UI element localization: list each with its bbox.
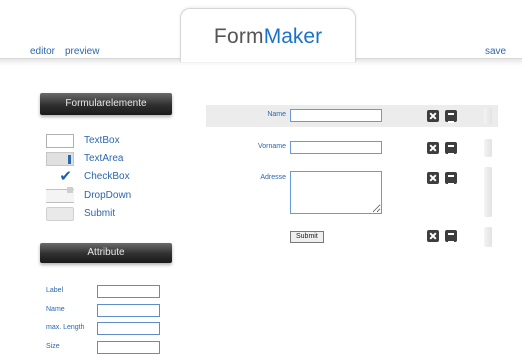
attribute-name-input[interactable]: [97, 304, 160, 317]
form-row-name[interactable]: Name: [206, 105, 498, 127]
delete-icon[interactable]: [427, 110, 439, 122]
dropdown-icon: [46, 187, 74, 203]
nav-editor-link[interactable]: editor: [30, 46, 55, 57]
drag-handle[interactable]: [484, 167, 492, 217]
submit-icon: [46, 207, 74, 221]
edit-icon[interactable]: [445, 172, 457, 185]
attribute-label: Name: [46, 306, 65, 313]
attribute-label: max. Length: [46, 324, 85, 331]
vorname-field[interactable]: [290, 141, 382, 154]
edit-icon[interactable]: [445, 110, 457, 123]
drag-handle[interactable]: [484, 139, 492, 157]
element-checkbox[interactable]: ✔ CheckBox: [46, 169, 186, 187]
form-row-submit[interactable]: Submit: [206, 225, 498, 249]
element-label: TextBox: [84, 135, 120, 146]
drag-handle[interactable]: [484, 227, 492, 247]
element-label: CheckBox: [84, 171, 130, 182]
attribute-label: Size: [46, 343, 60, 350]
attribute-maxlength-input[interactable]: [97, 322, 160, 335]
form-row-adresse[interactable]: Adresse: [206, 167, 498, 217]
element-submit[interactable]: Submit: [46, 206, 186, 224]
name-field[interactable]: [290, 109, 382, 122]
element-label: DropDown: [84, 190, 132, 201]
textarea-icon: [46, 152, 74, 166]
checkbox-icon: ✔: [59, 168, 72, 185]
attributes-header: Attribute: [40, 243, 172, 263]
nav-preview-link[interactable]: preview: [65, 46, 99, 57]
drag-handle[interactable]: [484, 107, 492, 125]
logo-text-form: Form: [213, 25, 264, 48]
field-label: Vorname: [257, 143, 286, 150]
field-label: Name: [267, 111, 286, 118]
attribute-label: Label: [46, 287, 64, 294]
delete-icon[interactable]: [427, 230, 439, 242]
form-elements-header: Formularelemente: [40, 93, 172, 115]
element-label: TextArea: [84, 153, 124, 164]
edit-icon[interactable]: [445, 230, 457, 243]
element-dropdown[interactable]: DropDown: [46, 187, 186, 206]
submit-button[interactable]: Submit: [290, 231, 324, 243]
attribute-size-input[interactable]: [97, 341, 160, 354]
edit-icon[interactable]: [445, 142, 457, 155]
element-label: Submit: [84, 208, 116, 219]
element-textarea[interactable]: TextArea: [46, 151, 186, 169]
logo-text-maker: Maker: [263, 25, 323, 48]
attribute-label-input[interactable]: [97, 285, 160, 298]
element-textbox[interactable]: TextBox: [46, 133, 186, 151]
delete-icon[interactable]: [427, 142, 439, 154]
delete-icon[interactable]: [427, 172, 439, 184]
textbox-icon: [46, 134, 74, 148]
adresse-textarea[interactable]: [290, 171, 382, 214]
app-logo: FormMaker: [180, 8, 356, 62]
field-label: Adresse: [260, 174, 286, 181]
form-canvas: Name Vorname Adresse Submit: [206, 105, 498, 255]
nav-save-link[interactable]: save: [485, 46, 506, 57]
form-row-vorname[interactable]: Vorname: [206, 137, 498, 159]
